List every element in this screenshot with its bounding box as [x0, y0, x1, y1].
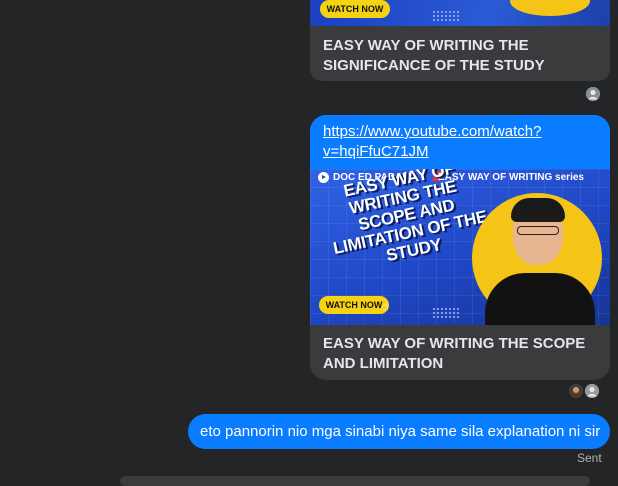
presenter-hair [511, 198, 565, 222]
link-text-area[interactable]: https://www.youtube.com/watch?v=hqiFfuC7… [310, 115, 610, 169]
presenter-photo [510, 0, 590, 16]
message-status: Sent [577, 451, 602, 465]
video-thumbnail[interactable]: WATCH NOW [310, 0, 610, 26]
play-icon [318, 172, 329, 183]
watch-now-button: WATCH NOW [319, 296, 389, 314]
link-card-title: EASY WAY OF WRITING THE SCOPE AND LIMITA… [323, 335, 586, 372]
video-thumbnail[interactable]: DOC ED PADAMA EASY WAY OF WRITING series… [310, 169, 610, 325]
read-receipt-avatar [586, 87, 600, 101]
watch-now-button: WATCH NOW [320, 0, 390, 18]
link-card-title: EASY WAY OF WRITING THE SIGNIFICANCE OF … [323, 37, 545, 74]
decorative-dots [432, 307, 460, 319]
youtube-link[interactable]: https://www.youtube.com/watch?v=hqiFfuC7… [323, 122, 603, 162]
sent-message-bubble[interactable]: eto pannorin nio mga sinabi niya same si… [188, 414, 610, 449]
shared-link-card-significance[interactable]: WATCH NOW EASY WAY OF WRITING THE SIGNIF… [310, 0, 610, 81]
presenter-glasses [517, 226, 559, 235]
read-receipt-avatar [569, 384, 583, 398]
presenter-shirt [485, 273, 595, 325]
read-receipt-avatar [585, 384, 599, 398]
shared-link-card-scope[interactable]: https://www.youtube.com/watch?v=hqiFfuC7… [310, 115, 610, 380]
message-composer-edge [120, 476, 590, 486]
decorative-dots [432, 10, 460, 22]
pointer-hand-icon: ☝ [382, 301, 389, 313]
